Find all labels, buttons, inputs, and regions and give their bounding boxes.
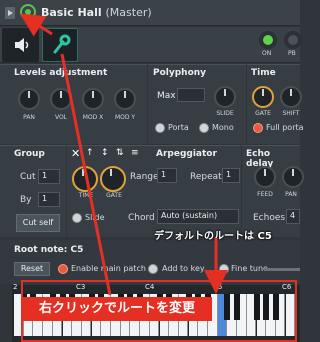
echo-pan-knob[interactable]	[282, 166, 304, 188]
gear-icon[interactable]	[20, 4, 36, 20]
on-label: ON	[262, 50, 272, 57]
reset-button[interactable]: Reset	[14, 262, 50, 276]
full-porta-radio[interactable]	[253, 123, 263, 133]
menu-arrow-icon[interactable]	[5, 7, 15, 19]
chord-label: Chord	[128, 213, 155, 223]
mod-x-knob[interactable]	[82, 88, 104, 110]
arp-up-icon[interactable]: ↑	[86, 148, 94, 158]
enable-main-pitch-label: Enable main patch	[71, 264, 146, 273]
feed-label: FEED	[257, 191, 273, 198]
fine-tune-radio[interactable]	[219, 264, 229, 274]
mono-radio[interactable]	[199, 123, 209, 133]
arp-random-icon[interactable]: ⇅	[116, 148, 124, 158]
by-label: By	[20, 195, 32, 205]
time-title: Time	[251, 68, 276, 78]
echoes-label: Echoes	[253, 213, 286, 223]
cut-field[interactable]: 1	[38, 169, 60, 184]
add-to-key-label: Add to key	[162, 264, 205, 273]
shift-knob[interactable]	[280, 86, 302, 108]
repeat-label: Repeat	[190, 172, 222, 182]
vol-knob[interactable]	[50, 88, 72, 110]
mod-x-label: MOD X	[82, 114, 104, 121]
range-label: Range	[130, 172, 159, 182]
pb-led-icon[interactable]	[284, 31, 302, 49]
on-led-icon[interactable]	[259, 31, 277, 49]
default-root-callout: デフォルトのルートは C5	[154, 231, 272, 242]
arp-off-icon[interactable]: ✕	[71, 147, 80, 160]
arp-updown-icon[interactable]: ↕	[101, 148, 109, 158]
add-to-key-radio[interactable]	[148, 264, 158, 274]
cut-label: Cut	[20, 172, 36, 182]
slide-label-arp: Slide	[85, 213, 105, 222]
slide-radio[interactable]	[72, 213, 82, 223]
mono-label: Mono	[212, 123, 234, 132]
polyphony-title: Polyphony	[153, 68, 207, 78]
vol-label: VOL	[54, 114, 68, 121]
porta-radio[interactable]	[155, 123, 165, 133]
wrench-icon	[53, 34, 71, 54]
pb-label: PB	[288, 50, 296, 57]
levels-title: Levels adjustment	[14, 68, 108, 78]
group-title: Group	[14, 149, 45, 159]
octave-label-2: 2	[13, 283, 18, 291]
time-gate-knob[interactable]	[252, 86, 274, 108]
slide-label: SLIDE	[216, 110, 234, 117]
echoes-field[interactable]: 4	[286, 209, 300, 224]
arpeggiator-title: Arpeggiator	[156, 149, 217, 159]
repeat-field[interactable]: 1	[222, 168, 240, 183]
fine-tune-slider[interactable]	[264, 268, 300, 271]
porta-label: Porta	[168, 123, 189, 132]
echo-pan-label: PAN	[285, 191, 297, 198]
enable-main-pitch-radio[interactable]	[58, 264, 68, 274]
arp-sticky-icon[interactable]: ≡	[131, 148, 139, 158]
root-note-label: Root note: C5	[14, 245, 84, 255]
fine-tune-label: Fine tune	[231, 264, 268, 273]
window-title: Basic Hall (Master)	[41, 6, 152, 19]
feed-knob[interactable]	[254, 166, 276, 188]
arp-gate-knob[interactable]	[100, 166, 126, 192]
chord-select[interactable]: Auto (sustain)	[157, 209, 239, 224]
speaker-icon	[15, 38, 29, 52]
max-label: Max	[157, 91, 176, 101]
instruction-callout: 右クリックでルートを変更	[22, 297, 212, 321]
range-field[interactable]: 1	[157, 168, 177, 183]
arp-time-label: TIME	[78, 192, 94, 199]
cut-self-button[interactable]: Cut self	[16, 214, 60, 232]
arp-time-knob[interactable]	[72, 166, 98, 192]
pan-label: PAN	[23, 114, 35, 121]
arp-gate-label: GATE	[106, 192, 122, 199]
pan-knob[interactable]	[18, 88, 40, 110]
mod-y-label: MOD Y	[114, 114, 136, 121]
max-field[interactable]	[177, 88, 205, 102]
time-gate-label: GATE	[255, 110, 271, 117]
by-field[interactable]: 1	[38, 192, 60, 207]
full-porta-label: Full porta	[266, 123, 304, 132]
shift-label: SHIFT	[282, 110, 300, 117]
mod-y-knob[interactable]	[114, 88, 136, 110]
slide-knob[interactable]	[214, 86, 236, 108]
